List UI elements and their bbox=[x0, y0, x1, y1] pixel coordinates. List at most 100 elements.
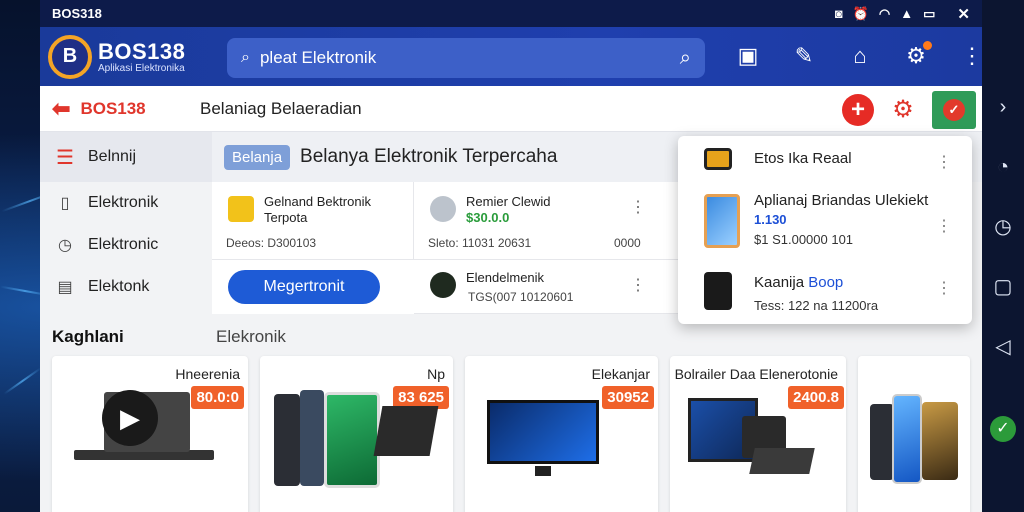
search-input[interactable]: ⌕ pleat Elektronik ⌕ bbox=[227, 38, 705, 78]
back-icon[interactable]: ◁ bbox=[992, 336, 1014, 358]
logo-letter: B bbox=[62, 45, 78, 67]
popup-item[interactable]: Aplianaj Briandas Ulekiekt 1.130 $1 S1.0… bbox=[678, 180, 972, 254]
clock-icon: ◷ bbox=[58, 237, 72, 254]
search-icon[interactable]: ◔ bbox=[992, 156, 1014, 178]
sidebar-item-elektronik[interactable]: ▯ Elektronik bbox=[40, 182, 212, 224]
laptop-device bbox=[373, 406, 439, 456]
product-card[interactable]: Elekanjar 30952 bbox=[465, 356, 658, 512]
popup-item[interactable]: Kaanija Boop Tess: 122 na 11200ra ⋮ bbox=[678, 262, 972, 322]
top-actions: ▣ ✎ ⌂ ⚙ ⋮ bbox=[735, 41, 982, 71]
device-icon: ▯ bbox=[60, 195, 70, 212]
popup-item-sub: $1 S1.00000 101 bbox=[754, 232, 854, 247]
check-icon[interactable]: ✓ bbox=[990, 416, 1016, 442]
shield-button[interactable]: ✓ bbox=[932, 91, 976, 129]
more-icon[interactable]: ⋮ bbox=[936, 152, 952, 172]
search-submit-icon[interactable]: ⌕ bbox=[680, 47, 691, 70]
card-title: Hneerenia bbox=[175, 366, 240, 382]
cell-sub: Deeos: D300103 bbox=[226, 236, 317, 250]
popup-item[interactable]: Etos Ika Reaal ⋮ bbox=[678, 136, 972, 180]
phone-device bbox=[922, 402, 958, 480]
logo-icon[interactable]: B bbox=[48, 34, 92, 79]
cell-title: Gelnand Bektronik Terpota bbox=[264, 194, 371, 225]
wifi-icon: ◠ bbox=[878, 5, 891, 21]
product-thumb-icon bbox=[704, 194, 740, 248]
play-icon[interactable]: ▶ bbox=[102, 390, 158, 446]
section-tab[interactable]: Elekronik bbox=[216, 327, 286, 347]
product-thumb-icon bbox=[430, 272, 456, 298]
account-icon[interactable]: ⌂ bbox=[847, 41, 873, 71]
light-streak bbox=[3, 367, 42, 395]
more-icon[interactable]: ⋮ bbox=[936, 278, 952, 298]
settings-icon[interactable]: ⚙ bbox=[903, 41, 932, 71]
close-icon[interactable]: ✕ bbox=[957, 5, 970, 23]
phone-device bbox=[870, 404, 894, 480]
popup-menu: Etos Ika Reaal ⋮ Aplianaj Briandas Uleki… bbox=[678, 136, 972, 324]
tablet-device bbox=[324, 392, 380, 488]
grid-cell[interactable]: Gelnand Bektronik Terpota Deeos: D300103 bbox=[212, 182, 414, 260]
sidebar-item-elektronic[interactable]: ◷ Elektronic bbox=[40, 224, 212, 266]
logo-subtitle: Aplikasi Elektronika bbox=[98, 63, 185, 74]
monitor-device bbox=[487, 400, 599, 464]
section-title: Kaghlani bbox=[52, 327, 124, 346]
cell-extra: 0000 bbox=[614, 236, 641, 250]
logo-title: BOS138 bbox=[98, 39, 186, 64]
product-grid: Gelnand Bektronik Terpota Deeos: D300103… bbox=[212, 182, 692, 314]
sidebar-item-menu[interactable]: ☰ Belnnij bbox=[40, 132, 212, 182]
phone-device bbox=[300, 390, 324, 486]
notification-dot bbox=[923, 41, 932, 50]
grid-cell[interactable]: Remier Clewid $30.0.0 Sleto: 11031 20631… bbox=[414, 182, 692, 260]
square-icon[interactable]: ▢ bbox=[992, 276, 1014, 298]
add-icon[interactable]: + bbox=[842, 94, 874, 126]
popup-item-title: Kaanija Boop bbox=[754, 274, 843, 291]
product-card[interactable]: Np 83 625 bbox=[260, 356, 453, 512]
card-title: Np bbox=[427, 366, 445, 382]
phone-nav-rail: › ◔ ◷ ▢ ◁ ✓ bbox=[982, 0, 1024, 512]
category-pill[interactable]: Belanja bbox=[224, 144, 291, 170]
product-card[interactable]: Hneerenia 80.0:0 ▶ bbox=[52, 356, 248, 512]
more-icon[interactable]: ⋮ bbox=[936, 216, 952, 236]
product-cards: Hneerenia 80.0:0 ▶ Np 83 625 Elekanjar 3… bbox=[52, 356, 982, 512]
page-title: Belanya Elektronik Terpercaha bbox=[300, 146, 558, 167]
sub-bar: ⬅ BOS138 Belaniag Belaeradian + ⚙ ✓ bbox=[40, 86, 982, 132]
product-thumb-icon bbox=[430, 196, 456, 222]
cell-sub: Sleto: 11031 20631 bbox=[428, 236, 532, 250]
more-icon[interactable]: ⋮ bbox=[959, 41, 982, 71]
phone-device bbox=[274, 394, 300, 486]
tools-icon[interactable]: ✎ bbox=[791, 41, 817, 71]
monitor-stand bbox=[535, 466, 551, 476]
price-badge: 2400.8 bbox=[788, 386, 844, 409]
cta-button[interactable]: Megertronit bbox=[228, 270, 380, 304]
sidebar-item-elektonk[interactable]: ▤ Elektonk bbox=[40, 266, 212, 308]
product-card[interactable] bbox=[858, 356, 970, 512]
status-icons: ◙ ⏰ ◠ ▲ ▭ ✕ bbox=[835, 5, 970, 23]
battery-icon: ▭ bbox=[923, 5, 936, 21]
cell-sub: TGS(007 10120601 bbox=[468, 290, 574, 304]
status-text: BOS318 bbox=[52, 6, 102, 21]
phone-device bbox=[892, 394, 922, 484]
back-label[interactable]: BOS138 bbox=[80, 99, 145, 119]
cell-title: Elendelmenik bbox=[466, 270, 545, 285]
cell-title: Remier Clewid $30.0.0 bbox=[466, 194, 606, 226]
breadcrumb: Belaniag Belaeradian bbox=[200, 98, 362, 118]
card-title: Elekanjar bbox=[591, 366, 650, 382]
calendar-icon[interactable]: ▣ bbox=[735, 41, 761, 71]
sidebar-item-label: Elektronic bbox=[88, 236, 159, 253]
product-thumb-icon bbox=[704, 272, 732, 310]
grid-cell[interactable]: Elendelmenik TGS(007 10120601 ⋮ bbox=[414, 260, 692, 314]
popup-item-accent: Boop bbox=[808, 274, 844, 291]
sidebar-item-label: Elektonk bbox=[88, 278, 150, 295]
popup-item-sub: Tess: 122 na 11200ra bbox=[754, 298, 879, 313]
collapse-icon[interactable]: › bbox=[992, 96, 1014, 118]
product-card[interactable]: Bolrailer Daa Elenerotonie 2400.8 bbox=[670, 356, 846, 512]
cell-title-text: Remier Clewid bbox=[466, 194, 551, 209]
gear-icon[interactable]: ⚙ bbox=[886, 93, 920, 127]
back-icon[interactable]: ⬅ bbox=[52, 96, 70, 122]
more-icon[interactable]: ⋮ bbox=[630, 278, 646, 294]
more-icon[interactable]: ⋮ bbox=[630, 200, 646, 216]
menu-icon: ☰ bbox=[56, 146, 74, 169]
price-badge: 80.0:0 bbox=[191, 386, 244, 409]
popup-item-title: Aplianaj Briandas Ulekiekt bbox=[754, 192, 929, 209]
signal-icon: ▲ bbox=[900, 6, 914, 21]
clock-icon[interactable]: ◷ bbox=[992, 216, 1014, 238]
app-window: BOS318 ◙ ⏰ ◠ ▲ ▭ ✕ B BOS138 Aplikasi Ele… bbox=[40, 0, 982, 512]
